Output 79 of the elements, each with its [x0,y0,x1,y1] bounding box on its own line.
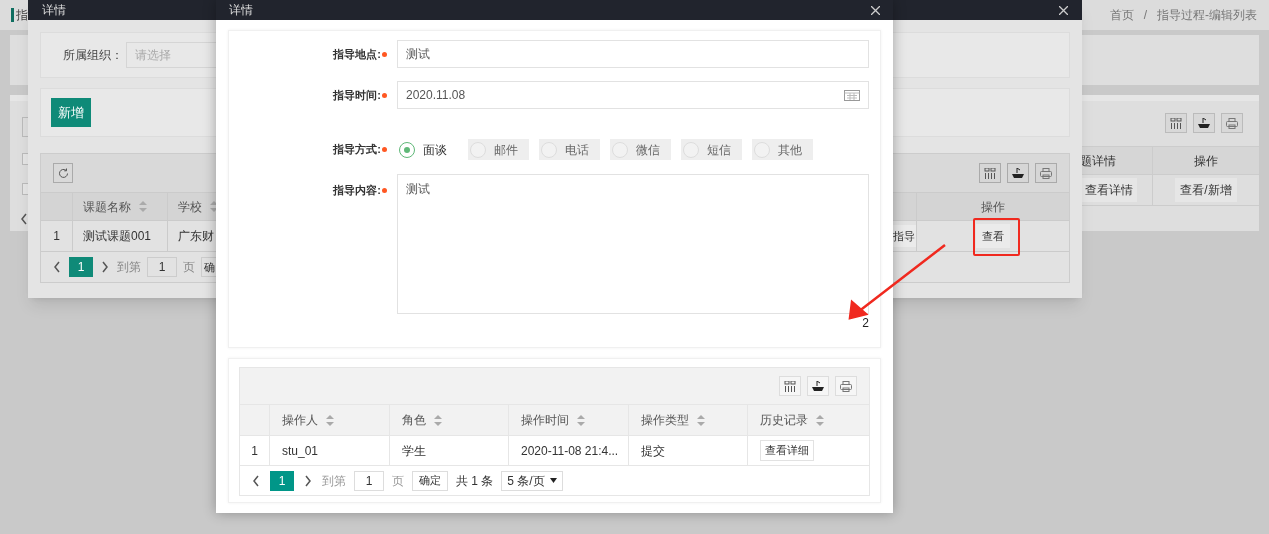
row-index: 1 [41,221,73,251]
confirm-button[interactable]: 确定 [412,470,448,491]
filter-label: 所属组织： [63,47,124,64]
print-icon [1040,167,1052,179]
content-textarea[interactable]: 测试 [397,174,869,314]
annotation-number: 2 [862,315,869,332]
dialog-title: 详情 [229,2,253,19]
print-icon [1226,117,1238,129]
column-header: 操作 [980,198,1006,216]
caret-icon [549,478,557,483]
columns-icon [1170,117,1182,129]
table-cell-text: 广东财 [177,228,215,245]
print-button[interactable] [1035,163,1057,183]
close-icon[interactable] [1059,5,1068,15]
columns-button[interactable] [1165,113,1187,133]
refresh-button[interactable] [53,163,73,183]
page-label: 页 [392,472,404,490]
table-cell: 学生 [390,436,509,465]
columns-icon [984,167,996,179]
field-label: 指导方式: [333,142,381,158]
export-button[interactable] [1193,113,1215,133]
field-label: 指导时间: [333,87,381,103]
refresh-icon [57,167,69,179]
previous-page-icon[interactable] [252,474,260,487]
next-page-icon[interactable] [101,261,109,273]
radio-option[interactable]: 短信 [681,139,742,160]
history-detail-button[interactable]: 查看详细 [760,440,814,461]
export-icon [1198,117,1210,129]
guide-button[interactable]: 指导 [892,224,916,248]
row-index: 1 [240,436,270,465]
radio-option[interactable]: 电话 [539,139,600,160]
page-label: 页 [183,259,195,276]
goto-label: 到第 [322,472,346,490]
print-icon [840,380,852,392]
total-count: 共 1 条 [456,472,494,490]
previous-page-icon[interactable] [53,261,61,273]
export-icon [1012,167,1024,179]
date-field[interactable]: 2020.11.08 [397,81,869,109]
close-icon[interactable] [871,5,880,15]
add-button[interactable]: 新增 [51,98,91,127]
view-detail-button[interactable]: 查看详情 [1081,178,1137,202]
highlight-frame [973,218,1020,256]
columns-icon [784,380,796,392]
radio-option[interactable]: 其他 [752,139,813,160]
dialog-title: 详情 [42,2,66,19]
breadcrumb-separator: / [1143,7,1147,24]
page-size-select[interactable]: 5 条/页 [501,470,563,491]
field-label: 指导地点: [333,46,381,62]
print-button[interactable] [1221,113,1243,133]
goto-label: 到第 [117,259,141,276]
export-icon [812,380,824,392]
location-field[interactable]: 测试 [397,40,869,68]
column-header: 课题名称 [73,193,168,220]
column-header: 角色 [390,405,509,435]
view-button[interactable]: 查看 [976,223,1010,249]
column-header: 操作类型 [629,405,748,435]
table-cell: stu_01 [270,436,390,465]
current-page[interactable]: 1 [69,257,93,277]
table-cell: 提交 [629,436,748,465]
calendar-icon[interactable] [844,89,860,101]
table-cell: 测试课题001 [73,221,168,251]
column-header: 操作人 [270,405,390,435]
radio-option[interactable]: 面谈 [397,139,458,160]
radio-option[interactable]: 微信 [610,139,671,160]
column-header: 操作时间 [509,405,629,435]
previous-page-icon[interactable] [20,213,28,225]
page-input[interactable]: 1 [147,257,177,277]
view-add-button[interactable]: 查看/新增 [1175,178,1237,202]
columns-button[interactable] [979,163,1001,183]
breadcrumb-link[interactable]: 指导过程-编辑列表 [1157,6,1257,24]
column-header: 历史记录 [748,405,869,435]
table-cell: 2020-11-08 21:4... [509,436,629,465]
page-title: 指 [16,7,28,24]
page-input[interactable]: 1 [354,470,384,491]
next-page-icon[interactable] [304,474,312,487]
column-header: 操作 [1193,152,1219,170]
current-page[interactable]: 1 [270,470,294,491]
export-button[interactable] [1007,163,1029,183]
radio-option[interactable]: 邮件 [468,139,529,160]
